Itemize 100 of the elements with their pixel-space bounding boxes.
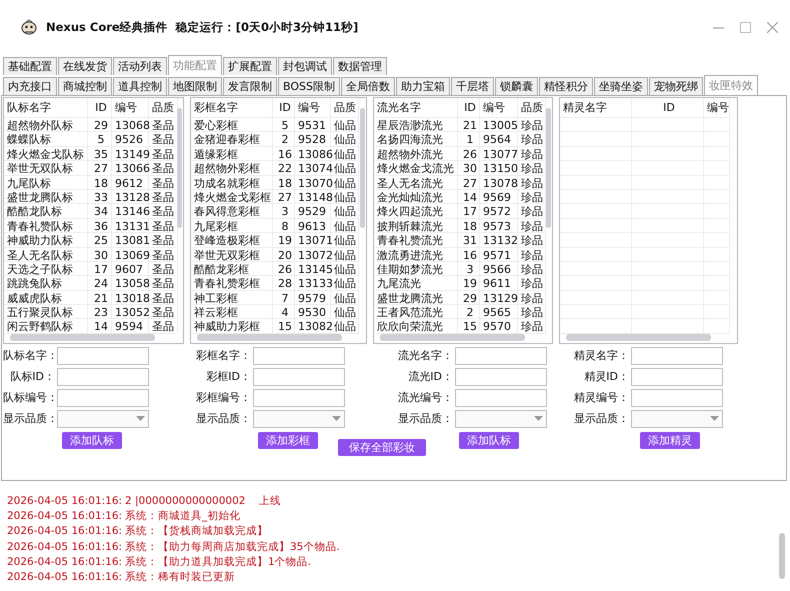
scrollbar-thumb[interactable] [197, 334, 342, 341]
scrollbar-thumb[interactable] [360, 108, 365, 228]
table-cell: 7 [273, 290, 295, 306]
table-cell: 21 [88, 290, 112, 306]
tab[interactable]: 妆匣特效 [704, 75, 758, 95]
uptime-text: 稳定运行：[0天0小时3分钟11秒] [176, 20, 358, 34]
input-field[interactable] [455, 347, 547, 365]
tab[interactable]: 基础配置 [3, 57, 57, 75]
table-cell: 珍品 [518, 233, 546, 248]
tab[interactable]: 商城控制 [58, 77, 112, 95]
tab[interactable]: 全局倍数 [340, 77, 395, 95]
table-cell: 威威虎队标 [4, 290, 88, 306]
log-message: 系统：【助力道具加载完成】1个物品. [125, 554, 312, 569]
field-label: 显示品质： [195, 411, 251, 427]
tab[interactable]: 坐骑坐姿 [594, 77, 648, 95]
table-cell: 仙品 [331, 118, 359, 133]
input-field[interactable] [57, 368, 149, 386]
table-cell: 圣人无名队标 [4, 248, 88, 263]
input-field[interactable] [253, 389, 345, 407]
table-cell: 20 [273, 248, 295, 263]
tab[interactable]: 地图限制 [168, 77, 222, 95]
app-logo-icon [20, 19, 38, 35]
input-field[interactable] [455, 368, 547, 386]
table-cell: 18 [273, 176, 295, 191]
table-cell: 27 [458, 176, 480, 191]
table-cell: 仙品 [331, 290, 359, 306]
add-button[interactable]: 添加队标 [459, 432, 519, 449]
add-button[interactable]: 添加彩框 [258, 432, 318, 449]
table-cell: 9529 [295, 204, 331, 220]
input-field[interactable] [57, 389, 149, 407]
dropdown-field[interactable] [631, 410, 723, 428]
table-cell: 神威助力队标 [4, 233, 88, 248]
tab[interactable]: 千层塔 [450, 77, 494, 95]
add-button[interactable]: 添加精灵 [640, 432, 700, 449]
tab[interactable]: 发言限制 [223, 77, 277, 95]
table-cell: 圣品 [149, 305, 178, 320]
scrollbar-thumb[interactable] [10, 334, 155, 341]
table-cell: 13018 [112, 290, 149, 306]
add-button[interactable]: 添加队标 [62, 432, 122, 449]
dropdown-field[interactable] [455, 410, 547, 428]
table-cell: 天选之子队标 [4, 262, 88, 277]
tab[interactable]: 道具控制 [113, 77, 167, 95]
table-cell: 13077 [480, 146, 518, 162]
table-cell: 登峰造极彩框 [191, 233, 273, 248]
table-cell: 珍品 [518, 276, 546, 292]
maximize-icon[interactable] [740, 22, 751, 32]
table-cell: 仙品 [331, 190, 359, 205]
table-cell: 13132 [480, 233, 518, 248]
field-label: 精灵名字： [573, 348, 629, 364]
close-icon[interactable] [767, 22, 778, 32]
table-cell: 16 [458, 248, 480, 263]
tab[interactable]: 内充接口 [3, 77, 57, 95]
table-cell: 烽火燃金戈彩框 [191, 190, 273, 205]
scrollbar-thumb[interactable] [566, 334, 711, 341]
scrollbar-thumb[interactable] [177, 108, 182, 228]
column-header: ID [88, 98, 112, 117]
table-cell: 名扬四海流光 [374, 132, 458, 148]
table-cell: 遁缘彩框 [191, 146, 273, 162]
table-cell: 3 [273, 204, 295, 220]
dropdown-field[interactable] [57, 410, 149, 428]
scrollbar-thumb[interactable] [380, 334, 525, 341]
save-button[interactable]: 保存全部彩妆 [338, 439, 426, 456]
table-cell: 九尾彩框 [191, 218, 273, 234]
input-field[interactable] [455, 389, 547, 407]
table-cell: 超然物外队标 [4, 118, 88, 133]
table-cell: 圣品 [149, 290, 178, 306]
tab[interactable]: 宠物死绑 [648, 77, 703, 95]
tab[interactable]: 锁麟囊 [494, 77, 538, 95]
log-message: 系统：商城道具_初始化 [125, 508, 240, 523]
input-field[interactable] [631, 347, 723, 365]
table-cell: 超然物外彩框 [191, 161, 273, 176]
input-field[interactable] [631, 368, 723, 386]
table-cell: 烽火四起流光 [374, 204, 458, 220]
input-field[interactable] [631, 389, 723, 407]
table-cell: 13068 [112, 118, 149, 133]
input-field[interactable] [57, 347, 149, 365]
input-field[interactable] [253, 368, 345, 386]
dropdown-field[interactable] [253, 410, 345, 428]
tab[interactable]: BOSS限制 [278, 77, 340, 95]
scrollbar-thumb[interactable] [779, 533, 785, 579]
tab[interactable]: 活动列表 [113, 57, 167, 75]
tab[interactable]: 助力宝箱 [396, 77, 450, 95]
tab[interactable]: 功能配置 [168, 55, 222, 75]
scrollbar-thumb[interactable] [546, 108, 551, 228]
table-cell: 九尾流光 [374, 276, 458, 292]
tab[interactable]: 封包调试 [278, 57, 332, 75]
table-cell: 13133 [295, 276, 331, 292]
tab[interactable]: 精怪积分 [538, 77, 593, 95]
table-cell: 9565 [480, 305, 518, 320]
table-cell: 青春礼赞流光 [374, 233, 458, 248]
tab[interactable]: 数据管理 [333, 57, 387, 75]
log-time: 2026-04-05 16:01:16: [7, 540, 124, 553]
table-cell: 30 [458, 161, 480, 176]
tab[interactable]: 在线发货 [58, 57, 112, 75]
table-cell: 5 [88, 132, 112, 148]
dropdown-arrow-icon [708, 415, 722, 423]
table-cell: 17 [458, 204, 480, 220]
tab[interactable]: 扩展配置 [223, 57, 277, 75]
input-field[interactable] [253, 347, 345, 365]
table-cell: 珍品 [518, 305, 546, 320]
